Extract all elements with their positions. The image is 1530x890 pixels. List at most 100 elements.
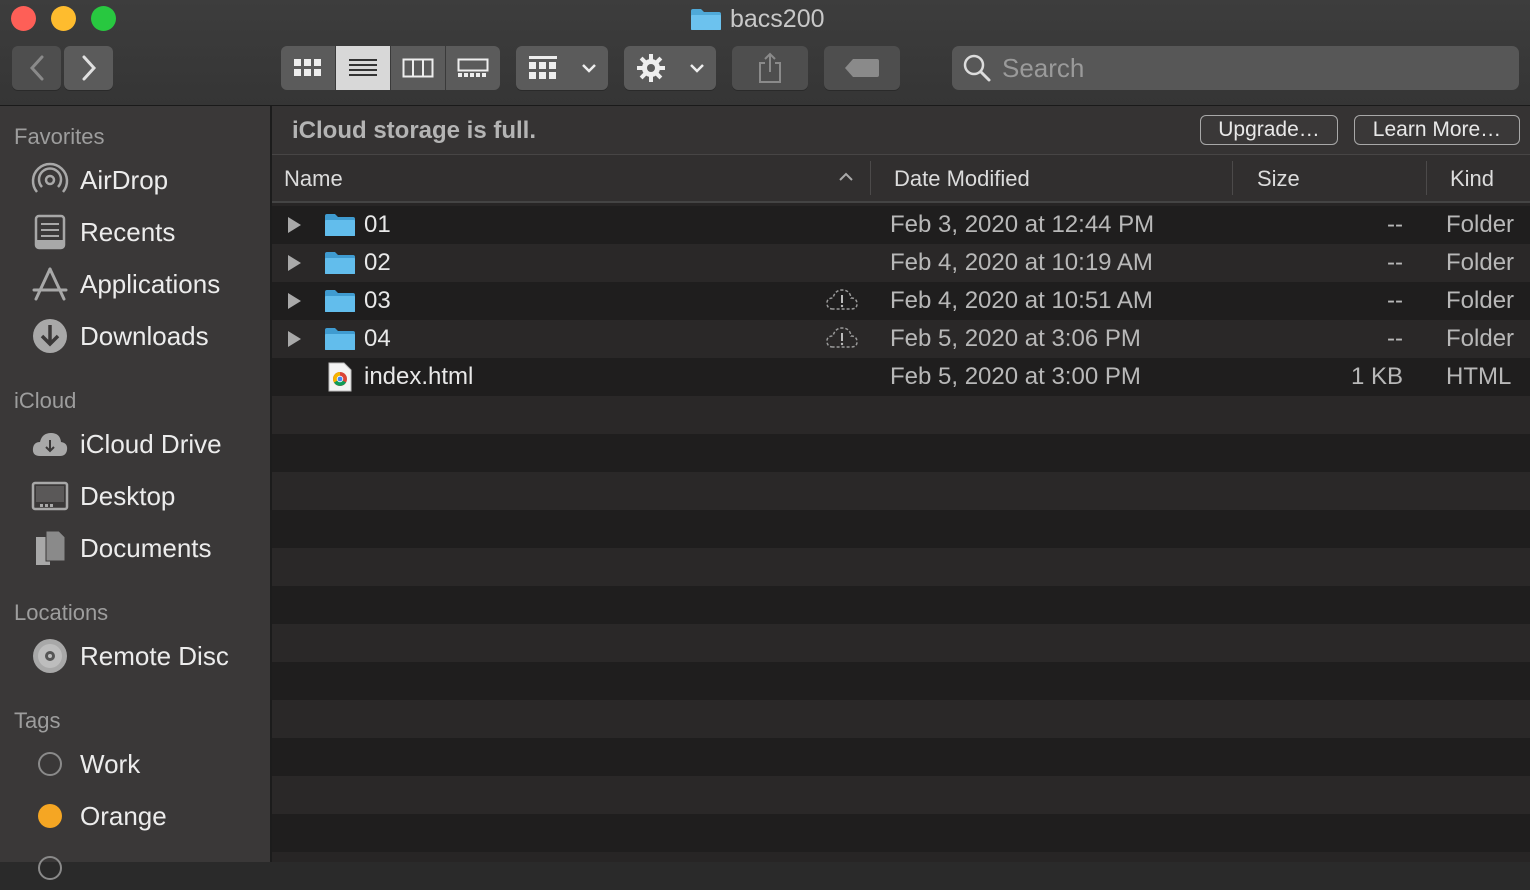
minimize-window-button[interactable]: [51, 6, 76, 31]
empty-row: [272, 624, 1530, 662]
icloud-storage-banner: iCloud storage is full. Upgrade… Learn M…: [272, 106, 1530, 155]
tags-button[interactable]: [824, 46, 900, 90]
file-date: Feb 5, 2020 at 3:00 PM: [890, 363, 1141, 390]
folder-icon: [691, 9, 721, 30]
column-date-modified[interactable]: Date Modified: [894, 166, 1030, 192]
sidebar-item-label: Orange: [80, 800, 167, 831]
sidebar-item-applications[interactable]: Applications: [30, 262, 220, 306]
file-date: Feb 5, 2020 at 3:06 PM: [890, 325, 1141, 352]
learn-more-button[interactable]: Learn More…: [1354, 115, 1520, 145]
sidebar-item-label: Remote Disc: [80, 640, 229, 671]
sidebar-item-tag-partial[interactable]: [30, 846, 80, 890]
file-name: 01: [364, 211, 391, 238]
file-row[interactable]: 03 Feb 4, 2020 at 10:51 AM -- Folder: [272, 282, 1530, 320]
disclosure-triangle-icon[interactable]: [288, 217, 301, 233]
gallery-view-button[interactable]: [446, 46, 500, 90]
empty-row: [272, 814, 1530, 852]
documents-icon: [30, 528, 70, 568]
file-size: --: [1387, 287, 1403, 314]
file-date: Feb 4, 2020 at 10:19 AM: [890, 249, 1153, 276]
desktop-icon: [30, 476, 70, 516]
columns-icon: [402, 58, 434, 78]
close-window-button[interactable]: [11, 6, 36, 31]
gallery-icon: [457, 58, 489, 77]
view-mode-control: [281, 46, 500, 90]
file-row[interactable]: 01 Feb 3, 2020 at 12:44 PM -- Folder: [272, 206, 1530, 244]
toolbar: bacs200: [0, 0, 1530, 106]
column-divider[interactable]: [1426, 161, 1427, 195]
sidebar-item-label: Desktop: [80, 480, 176, 511]
action-button[interactable]: [624, 46, 716, 90]
column-kind[interactable]: Kind: [1450, 166, 1494, 192]
search-input[interactable]: [1000, 51, 1504, 85]
file-row[interactable]: 02 Feb 4, 2020 at 10:19 AM -- Folder: [272, 244, 1530, 282]
file-kind: Folder: [1446, 211, 1515, 238]
chevron-down-icon: [689, 64, 704, 73]
file-size: 1 KB: [1350, 363, 1403, 390]
file-kind: HTML: [1446, 363, 1512, 390]
share-button[interactable]: [732, 46, 808, 90]
sidebar-item-airdrop[interactable]: AirDrop: [30, 158, 168, 202]
folder-icon: [325, 252, 355, 274]
icloud-warning-icon[interactable]: [825, 325, 859, 351]
sidebar-item-icloud-drive[interactable]: iCloud Drive: [30, 422, 222, 466]
sidebar-item-tag-orange[interactable]: Orange: [30, 794, 167, 838]
file-browser: iCloud storage is full. Upgrade… Learn M…: [272, 106, 1530, 862]
file-date: Feb 3, 2020 at 12:44 PM: [890, 211, 1155, 238]
empty-row: [272, 472, 1530, 510]
sidebar-item-tag-work[interactable]: Work: [30, 742, 140, 786]
column-divider[interactable]: [1232, 161, 1233, 195]
column-size[interactable]: Size: [1257, 166, 1300, 192]
zoom-window-button[interactable]: [91, 6, 116, 31]
sidebar-heading-favorites: Favorites: [14, 124, 105, 149]
disclosure-triangle-icon[interactable]: [288, 331, 301, 347]
sidebar-item-label: Documents: [80, 532, 212, 563]
empty-row: [272, 548, 1530, 586]
sidebar-item-remote-disc[interactable]: Remote Disc: [30, 634, 229, 678]
group-grid-icon: [528, 56, 557, 79]
tag-partial-icon: [30, 848, 70, 888]
sidebar-item-label: Applications: [80, 268, 221, 299]
gear-icon: [636, 54, 665, 82]
applications-icon: [30, 264, 70, 304]
search-field[interactable]: [952, 46, 1519, 90]
sidebar-item-label: iCloud Drive: [80, 428, 222, 459]
file-row[interactable]: index.html Feb 5, 2020 at 3:00 PM 1 KB H…: [272, 358, 1530, 396]
window-title-text: bacs200: [730, 4, 825, 33]
sidebar-item-recents[interactable]: Recents: [30, 210, 175, 254]
column-divider[interactable]: [870, 161, 871, 195]
window-title: bacs200: [690, 4, 825, 34]
file-list: 01 Feb 3, 2020 at 12:44 PM -- Folder 02 …: [272, 203, 1530, 862]
column-name[interactable]: Name: [284, 166, 343, 192]
chevron-left-icon: [29, 55, 43, 81]
file-row[interactable]: 04 Feb 5, 2020 at 3:06 PM -- Folder: [272, 320, 1530, 358]
sidebar-item-desktop[interactable]: Desktop: [30, 474, 175, 518]
recents-icon: [30, 212, 70, 252]
file-name: 03: [364, 287, 391, 314]
upgrade-button[interactable]: Upgrade…: [1200, 115, 1338, 145]
chevron-down-icon: [581, 64, 596, 73]
tag-orange-icon: [30, 796, 70, 836]
tag-empty-icon: [30, 744, 70, 784]
empty-row: [272, 510, 1530, 548]
chevron-right-icon: [82, 55, 96, 81]
file-kind: Folder: [1446, 287, 1515, 314]
column-view-button[interactable]: [391, 46, 446, 90]
icloud-warning-icon[interactable]: [825, 287, 859, 313]
sidebar-item-label: AirDrop: [80, 164, 169, 195]
icon-view-button[interactable]: [281, 46, 336, 90]
sidebar-item-label: Work: [80, 748, 141, 779]
folder-icon: [325, 290, 355, 312]
file-name: index.html: [364, 363, 474, 390]
list-view-button[interactable]: [336, 46, 391, 90]
disclosure-triangle-icon[interactable]: [288, 293, 301, 309]
group-button[interactable]: [516, 46, 608, 90]
back-button[interactable]: [12, 46, 61, 90]
sort-ascending-icon: [839, 172, 853, 181]
forward-button[interactable]: [64, 46, 113, 90]
file-size: --: [1387, 211, 1403, 238]
disclosure-triangle-icon[interactable]: [288, 255, 301, 271]
sidebar-item-downloads[interactable]: Downloads: [30, 314, 209, 358]
file-name: 02: [364, 249, 391, 276]
sidebar-item-documents[interactable]: Documents: [30, 526, 212, 570]
